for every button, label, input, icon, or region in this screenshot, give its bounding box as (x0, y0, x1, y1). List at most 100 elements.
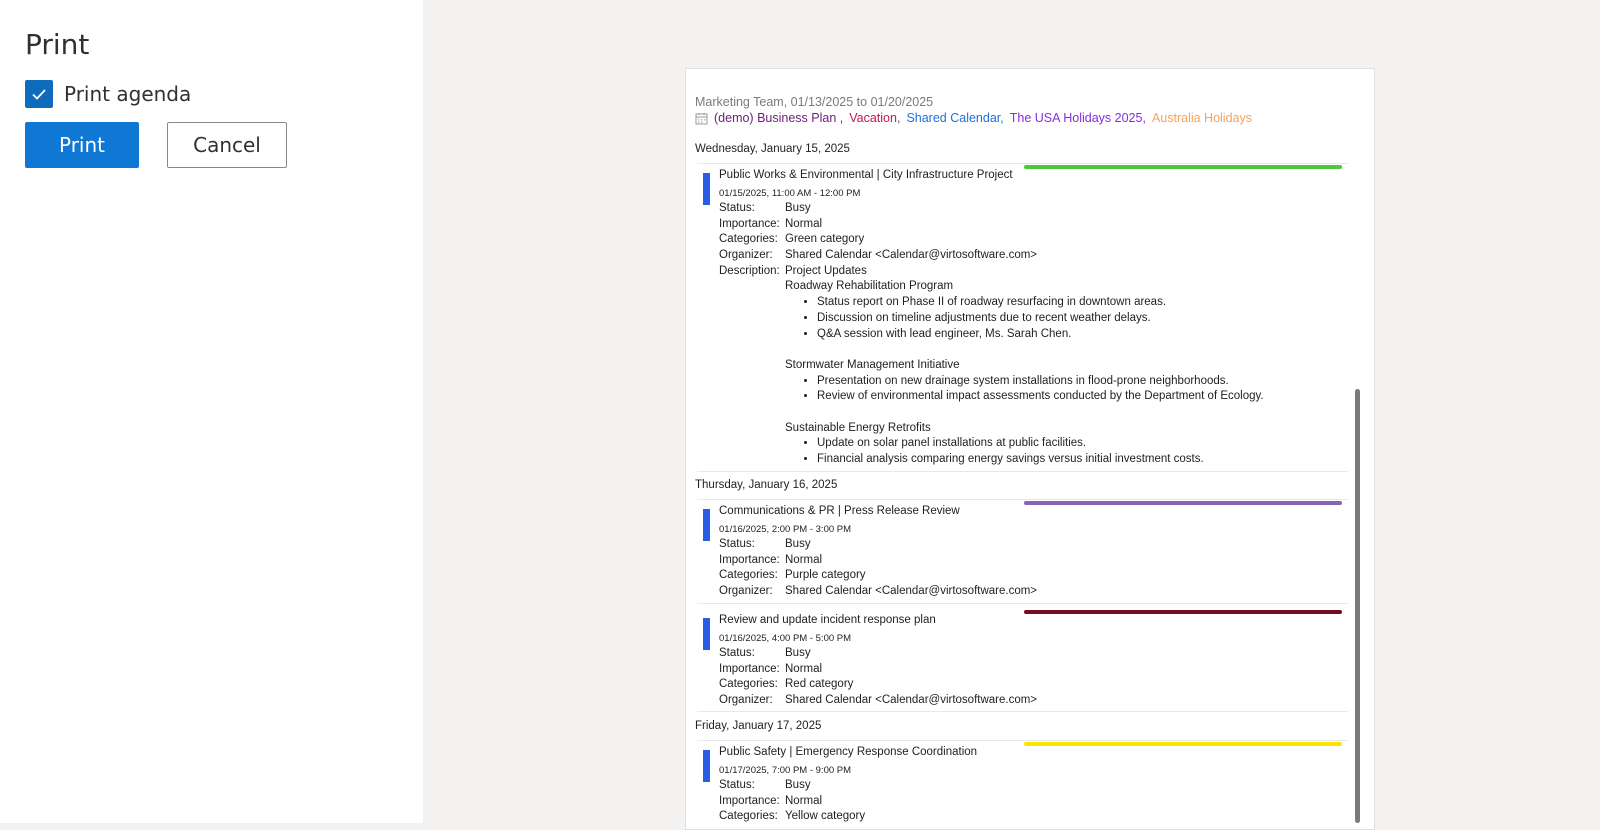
status-label: Status: (719, 647, 755, 659)
status-label: Status: (719, 202, 755, 214)
categories-label: Categories: (719, 678, 778, 691)
day-header: Thursday, January 16, 2025 (695, 479, 838, 491)
event-title: Public Safety | Emergency Response Coord… (719, 746, 978, 758)
categories-label: Categories: (719, 233, 778, 246)
importance-value: Normal (785, 662, 823, 675)
day-header: Friday, January 17, 2025 (695, 720, 822, 732)
organizer-row: Organizer: Shared Calendar <Calendar@virt… (719, 585, 1037, 601)
categories-value: Purple category (785, 569, 866, 582)
description-bullet: Review of environmental impact assessmen… (817, 390, 1264, 406)
calendar-name: Shared Calendar, (906, 111, 1004, 125)
calendar-name: The USA Holidays 2025, (1009, 111, 1146, 125)
importance-row: Importance: Normal (719, 795, 865, 811)
description-heading: Roadway Rehabilitation Program (785, 280, 954, 293)
print-button[interactable]: Print (25, 122, 139, 168)
importance-row: Importance: Normal (719, 554, 1037, 570)
status-value: Busy (785, 647, 811, 659)
separator (697, 471, 1348, 472)
print-preview-page: Marketing Team, 01/13/2025 to 01/20/2025… (685, 68, 1375, 830)
description-label: Description: (719, 264, 780, 277)
preview-scrollbar[interactable] (1355, 389, 1360, 823)
importance-label: Importance: (719, 217, 780, 230)
description-bullet: Discussion on timeline adjustments due t… (817, 312, 1264, 328)
print-agenda-label[interactable]: Print agenda (64, 82, 191, 106)
description-value: Project Updates (785, 264, 867, 277)
day-header: Wednesday, January 15, 2025 (695, 143, 850, 155)
importance-row: Importance: Normal (719, 663, 1037, 679)
calendar-name: Australia Holidays (1151, 111, 1252, 125)
calendar-icon (695, 112, 708, 124)
event-marker (703, 618, 710, 650)
organizer-row: Organizer: Shared Calendar <Calendar@virt… (719, 249, 1264, 265)
status-row: Status: Busy (719, 202, 1264, 218)
calendar-name: (demo) Business Plan , (714, 111, 844, 125)
calendar-name: Vacation, (849, 111, 901, 125)
importance-label: Importance: (719, 662, 780, 675)
importance-value: Normal (785, 553, 823, 566)
event-title: Public Works & Environmental | City Infr… (719, 169, 1013, 181)
event-time: 01/17/2025, 7:00 PM - 9:00 PM (719, 765, 852, 776)
categories-label: Categories: (719, 810, 778, 823)
description-body: Roadway Rehabilitation Program Status re… (785, 280, 1264, 468)
description-heading: Sustainable Energy Retrofits (785, 421, 931, 434)
organizer-value: Shared Calendar <Calendar@virtosoftware.… (785, 694, 1038, 707)
event: Communications & PR | Press Release Revi… (703, 505, 1348, 605)
importance-label: Importance: (719, 794, 780, 807)
description-bullet: Presentation on new drainage system inst… (817, 375, 1264, 391)
categories-label: Categories: (719, 569, 778, 582)
print-agenda-checkbox-row[interactable]: Print agenda (25, 80, 191, 108)
separator (697, 711, 1348, 712)
importance-value: Normal (785, 217, 823, 230)
description-bullets: Update on solar panel installations at p… (785, 437, 1264, 468)
event-title: Communications & PR | Press Release Revi… (719, 505, 960, 517)
status-row: Status: Busy (719, 538, 1037, 554)
description-bullet: Update on solar panel installations at p… (817, 437, 1264, 453)
print-dialog-panel: Print Print agenda Print Cancel (0, 0, 423, 823)
importance-row: Importance: Normal (719, 218, 1264, 234)
event-marker (703, 173, 710, 205)
event: Review and update incident response plan… (703, 614, 1348, 714)
description-bullets: Status report on Phase II of roadway res… (785, 296, 1264, 343)
dialog-title: Print (25, 28, 90, 61)
categories-row: Categories: Yellow category (719, 810, 865, 826)
status-value: Busy (785, 779, 811, 791)
categories-value: Yellow category (785, 810, 866, 823)
status-value: Busy (785, 538, 811, 550)
description-heading: Stormwater Management Initiative (785, 358, 960, 371)
calendar-list: (demo) Business Plan , Vacation, Shared … (695, 111, 1252, 125)
categories-value: Red category (785, 678, 854, 691)
categories-row: Categories: Purple category (719, 569, 1037, 585)
status-row: Status: Busy (719, 779, 865, 795)
print-agenda-checkbox[interactable] (25, 80, 53, 108)
cancel-button[interactable]: Cancel (167, 122, 287, 168)
event-title: Review and update incident response plan (719, 614, 936, 626)
separator (697, 499, 1348, 500)
preview-header: Marketing Team, 01/13/2025 to 01/20/2025 (695, 95, 934, 109)
event-marker (703, 750, 710, 782)
checkmark-icon (32, 89, 46, 100)
event-time: 01/16/2025, 2:00 PM - 3:00 PM (719, 524, 852, 535)
event-marker (703, 509, 710, 541)
organizer-label: Organizer: (719, 249, 773, 262)
status-value: Busy (785, 202, 811, 214)
organizer-value: Shared Calendar <Calendar@virtosoftware.… (785, 585, 1038, 598)
categories-row: Categories: Green category (719, 233, 1264, 249)
event: Public Safety | Emergency Response Coord… (703, 746, 1348, 829)
description-bullet: Financial analysis comparing energy savi… (817, 453, 1264, 469)
organizer-label: Organizer: (719, 694, 773, 707)
status-row: Status: Busy (719, 647, 1037, 663)
status-label: Status: (719, 538, 755, 550)
description-bullet: Status report on Phase II of roadway res… (817, 296, 1264, 312)
description-bullet: Q&A session with lead engineer, Ms. Sara… (817, 328, 1264, 344)
categories-value: Green category (785, 233, 865, 246)
organizer-value: Shared Calendar <Calendar@virtosoftware.… (785, 249, 1038, 262)
description-row: Description: Project Updates (719, 265, 1264, 281)
status-label: Status: (719, 779, 755, 791)
separator (697, 740, 1348, 741)
categories-row: Categories: Red category (719, 678, 1037, 694)
organizer-label: Organizer: (719, 585, 773, 598)
importance-label: Importance: (719, 553, 780, 566)
separator (697, 163, 1348, 164)
separator (697, 603, 1348, 604)
event: Public Works & Environmental | City Infr… (703, 169, 1348, 469)
